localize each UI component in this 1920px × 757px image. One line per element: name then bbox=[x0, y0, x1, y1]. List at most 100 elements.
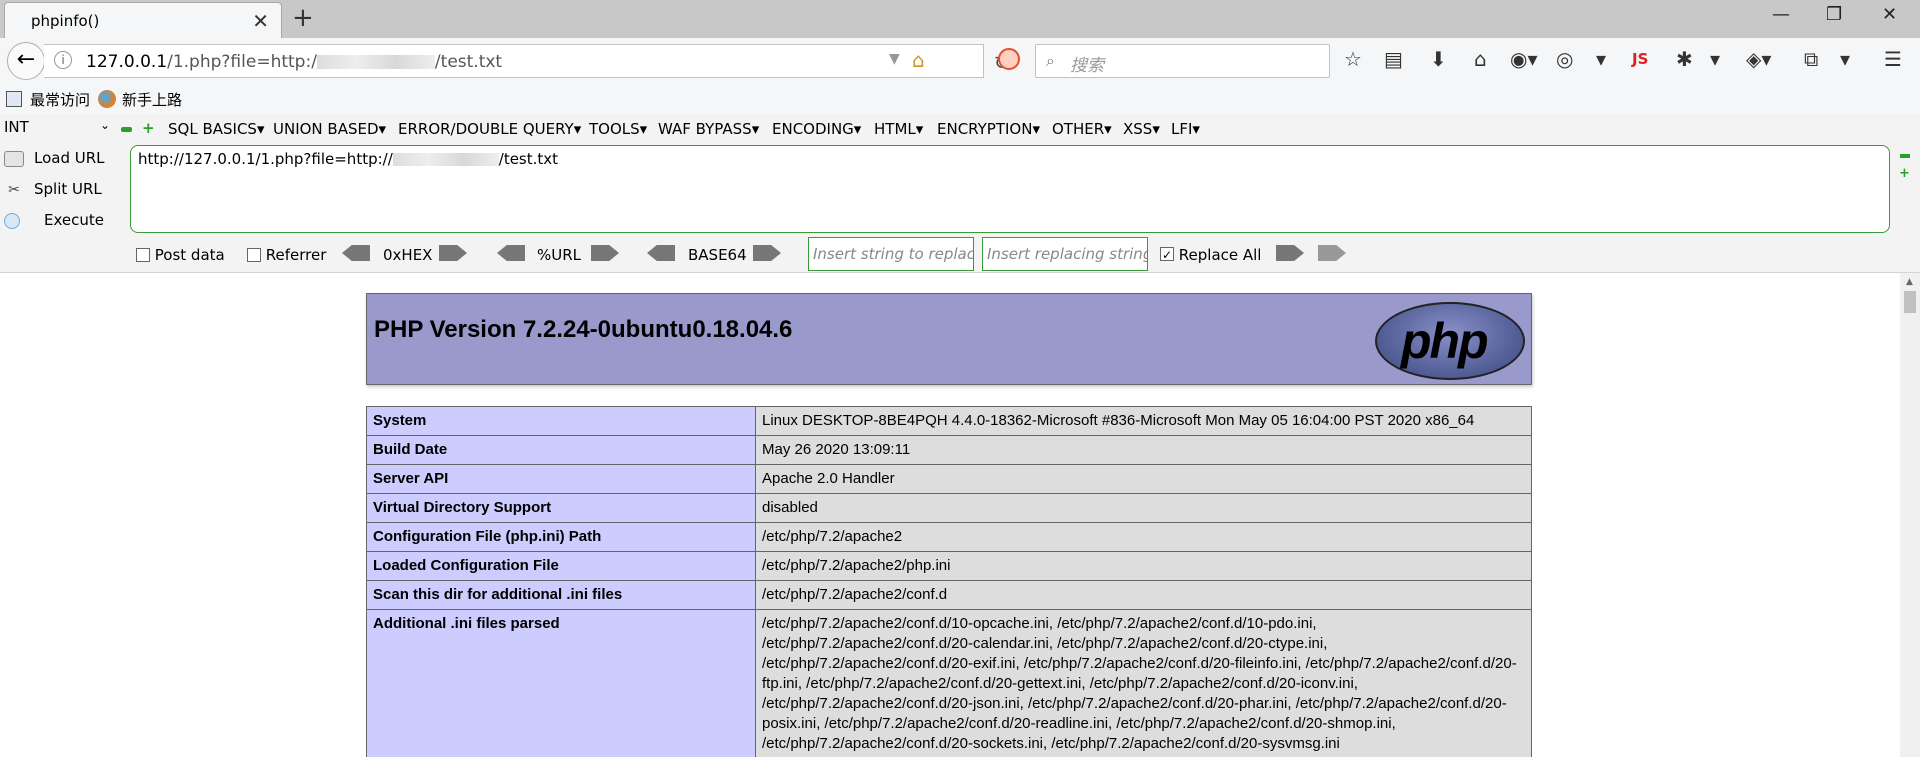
minimize-button[interactable]: — bbox=[1772, 4, 1790, 25]
split-url-label: Split URL bbox=[34, 180, 102, 198]
url-dropdown-icon[interactable]: ▼ bbox=[889, 51, 900, 67]
base64-label: BASE64 bbox=[688, 246, 747, 264]
menu-tools[interactable]: TOOLS▾ bbox=[589, 120, 647, 138]
row-key: Server API bbox=[366, 464, 756, 494]
chevron-down-icon: ⌄ bbox=[99, 118, 110, 132]
menu-union-based[interactable]: UNION BASED▾ bbox=[273, 120, 386, 138]
tab-phpinfo[interactable]: phpinfo() ✕ bbox=[4, 2, 282, 38]
info-icon[interactable]: i bbox=[54, 51, 72, 69]
row-key: System bbox=[366, 406, 756, 436]
back-arrow-icon: ← bbox=[16, 47, 36, 72]
tab-close-icon[interactable]: ✕ bbox=[252, 9, 269, 33]
split-url-button[interactable]: ✂ Split URL bbox=[4, 180, 102, 198]
base64-decode-arrow-icon[interactable] bbox=[647, 245, 675, 261]
js-toggle-icon[interactable]: JS bbox=[1632, 50, 1648, 68]
menu-sql-basics[interactable]: SQL BASICS▾ bbox=[168, 120, 264, 138]
firefox-icon bbox=[98, 90, 116, 108]
menu-encryption[interactable]: ENCRYPTION▾ bbox=[937, 120, 1040, 138]
table-row: Server API Apache 2.0 Handler bbox=[366, 464, 1532, 494]
row-key: Build Date bbox=[366, 435, 756, 465]
menu-waf-bypass[interactable]: WAF BYPASS▾ bbox=[658, 120, 759, 138]
home-icon[interactable]: ⌂ bbox=[1474, 47, 1487, 71]
dropdown-icon[interactable]: ▾ bbox=[1596, 47, 1606, 71]
bug-icon[interactable]: ✱ bbox=[1676, 47, 1693, 71]
load-url-icon bbox=[4, 150, 24, 167]
hackbar-url-text: http://127.0.0.1/1.php?file=http:///test… bbox=[138, 150, 559, 168]
dropdown-icon[interactable]: ▾ bbox=[1840, 47, 1850, 71]
bookmark-most-visited[interactable]: 最常访问 bbox=[30, 89, 90, 110]
menu-encoding[interactable]: ENCODING▾ bbox=[772, 120, 861, 138]
referrer-label: Referrer bbox=[265, 246, 327, 264]
row-value: /etc/php/7.2/apache2/conf.d/10-opcache.i… bbox=[755, 609, 1532, 757]
menu-icon[interactable]: ☰ bbox=[1884, 47, 1902, 71]
textarea-shrink-icon[interactable] bbox=[1900, 154, 1910, 158]
post-data-checkbox[interactable]: Post data bbox=[136, 246, 225, 264]
scroll-up-icon[interactable]: ▲ bbox=[1906, 277, 1913, 287]
home-bookmark-icon[interactable]: ⌂ bbox=[912, 48, 925, 72]
plus-icon[interactable]: + bbox=[142, 121, 155, 136]
menu-other[interactable]: OTHER▾ bbox=[1052, 120, 1112, 138]
addon-globe-icon[interactable]: ◉▾ bbox=[1510, 47, 1538, 71]
bookmark-folder-icon bbox=[6, 91, 22, 107]
checkbox-icon bbox=[136, 248, 150, 262]
url-bar[interactable]: i 127.0.0.1/1.php?file=http:/ /test.txt ▼… bbox=[44, 44, 1009, 78]
palette-icon[interactable]: ◎ bbox=[1556, 47, 1573, 71]
share-icon[interactable]: ⧉ bbox=[1804, 47, 1818, 71]
table-row: System Linux DESKTOP-8BE4PQH 4.4.0-18362-… bbox=[366, 406, 1532, 436]
blocker-addon-icon[interactable] bbox=[998, 48, 1020, 70]
download-icon[interactable]: ⬇ bbox=[1430, 47, 1447, 71]
tab-strip: phpinfo() ✕ + — ❐ ✕ bbox=[0, 0, 1920, 38]
dropdown-icon[interactable]: ▾ bbox=[1710, 47, 1720, 71]
url-decode-arrow-icon[interactable] bbox=[497, 245, 525, 261]
addon-hat-icon[interactable]: ◈▾ bbox=[1746, 47, 1771, 71]
load-url-label: Load URL bbox=[34, 149, 105, 167]
row-value: May 26 2020 13:09:11 bbox=[755, 435, 1532, 465]
replace-all-label: Replace All bbox=[1178, 246, 1262, 264]
row-value: Apache 2.0 Handler bbox=[755, 464, 1532, 494]
menu-lfi[interactable]: LFI▾ bbox=[1171, 120, 1200, 138]
url-text[interactable]: 127.0.0.1/1.php?file=http:/ /test.txt bbox=[86, 52, 502, 72]
scroll-thumb[interactable] bbox=[1904, 291, 1916, 313]
replace-to-input[interactable]: Insert replacing string bbox=[982, 237, 1148, 271]
menu-html[interactable]: HTML▾ bbox=[874, 120, 923, 138]
page-scrollbar[interactable]: ▲ bbox=[1900, 273, 1920, 757]
bookmark-star-icon[interactable]: ☆ bbox=[1344, 47, 1362, 71]
hex-decode-arrow-icon[interactable] bbox=[342, 245, 370, 261]
restore-button[interactable]: ❐ bbox=[1826, 4, 1842, 25]
textarea-grow-icon[interactable]: + bbox=[1899, 166, 1910, 181]
replace-from-input[interactable]: Insert string to replace bbox=[808, 237, 974, 271]
menu-error-double-query[interactable]: ERROR/DOUBLE QUERY▾ bbox=[398, 120, 581, 138]
replace-next-arrow-icon[interactable] bbox=[1318, 245, 1346, 261]
bookmarks-toolbar: 最常访问 新手上路 bbox=[0, 84, 1920, 114]
replace-all-checkbox[interactable]: Replace All bbox=[1160, 246, 1261, 264]
hackbar-url-textarea[interactable]: http://127.0.0.1/1.php?file=http:///test… bbox=[130, 145, 1890, 233]
load-url-button[interactable]: Load URL bbox=[4, 149, 105, 167]
checkbox-icon bbox=[247, 248, 261, 262]
new-tab-button[interactable]: + bbox=[292, 3, 314, 33]
back-button[interactable]: ← bbox=[7, 42, 45, 80]
type-select[interactable]: INT ⌄ bbox=[4, 118, 112, 140]
menu-xss[interactable]: XSS▾ bbox=[1123, 120, 1160, 138]
hex-encode-arrow-icon[interactable] bbox=[439, 245, 467, 261]
bookmark-getting-started[interactable]: 新手上路 bbox=[122, 89, 182, 110]
row-value: disabled bbox=[755, 493, 1532, 523]
table-row: Build Date May 26 2020 13:09:11 bbox=[366, 435, 1532, 465]
row-key: Additional .ini files parsed bbox=[366, 609, 756, 757]
replace-arrow-icon[interactable] bbox=[1276, 245, 1304, 261]
window-close-button[interactable]: ✕ bbox=[1882, 4, 1897, 25]
table-row: Scan this dir for additional .ini files /… bbox=[366, 580, 1532, 610]
execute-button[interactable]: Execute bbox=[4, 211, 104, 229]
row-value: /etc/php/7.2/apache2 bbox=[755, 522, 1532, 552]
checkbox-checked-icon bbox=[1160, 247, 1174, 261]
tab-title: phpinfo() bbox=[31, 12, 100, 30]
search-bar[interactable]: ⌕ 搜索 bbox=[1035, 44, 1330, 78]
url-encode-arrow-icon[interactable] bbox=[591, 245, 619, 261]
row-key: Loaded Configuration File bbox=[366, 551, 756, 581]
table-row: Additional .ini files parsed/etc/php/7.2… bbox=[366, 609, 1532, 757]
hackbar-panel: INT ⌄ + SQL BASICS▾ UNION BASED▾ ERROR/D… bbox=[0, 114, 1920, 273]
referrer-checkbox[interactable]: Referrer bbox=[247, 246, 326, 264]
minus-icon[interactable] bbox=[121, 127, 132, 132]
reading-list-icon[interactable]: ▤ bbox=[1384, 47, 1403, 71]
table-row: Virtual Directory Support disabled bbox=[366, 493, 1532, 523]
base64-encode-arrow-icon[interactable] bbox=[753, 245, 781, 261]
